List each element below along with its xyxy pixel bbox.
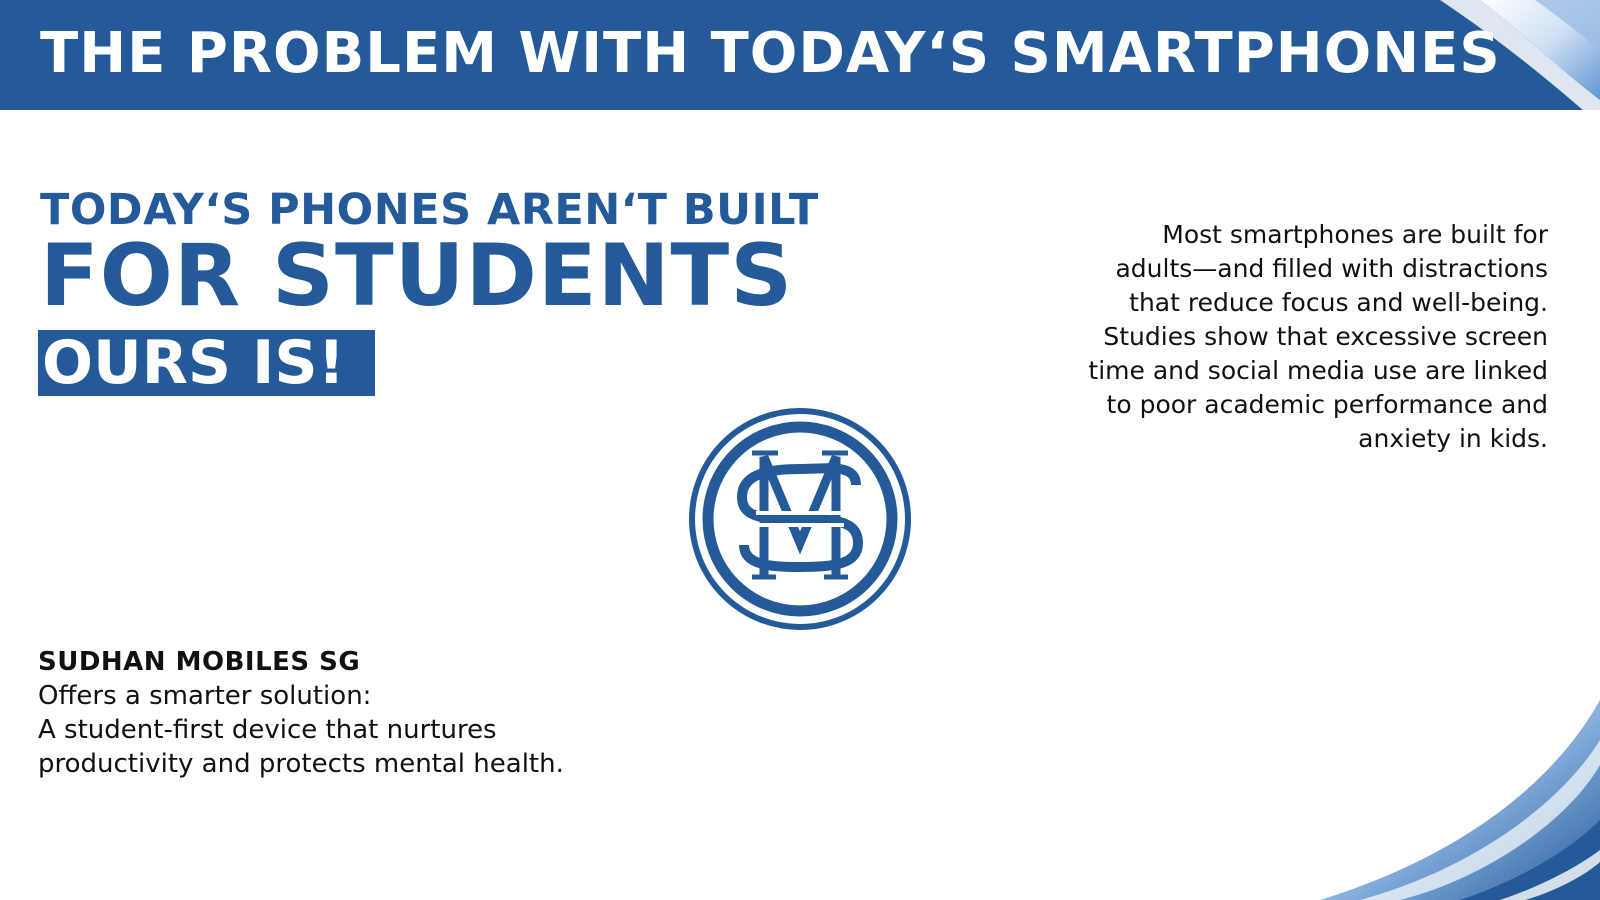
slide: THE PROBLEM WITH TODAY‘S SMARTPHONES TOD… — [0, 0, 1600, 900]
headline-line-2: FOR STUDENTS — [40, 226, 794, 326]
headline-highlight: OURS IS! — [38, 330, 375, 396]
paragraph-line: anxiety in kids. — [1358, 424, 1548, 453]
paragraph-line: time and social media use are linked — [1088, 356, 1548, 385]
solution-line: A student-first device that nurtures — [38, 715, 497, 745]
solution-line: Offers a smarter solution: — [38, 681, 372, 711]
problem-paragraph: Most smartphones are built for adults—an… — [1000, 218, 1548, 456]
solution-line: productivity and protects mental health. — [38, 749, 564, 779]
solution-block: SUDHAN MOBILES SG Offers a smarter solut… — [38, 645, 678, 781]
paragraph-line: adults—and filled with distractions — [1115, 254, 1548, 283]
paragraph-line: Most smartphones are built for — [1162, 220, 1548, 249]
paragraph-line: that reduce focus and well-being. — [1129, 288, 1548, 317]
paragraph-line: Studies show that excessive screen — [1103, 322, 1548, 351]
title-bar: THE PROBLEM WITH TODAY‘S SMARTPHONES — [0, 0, 1600, 110]
company-name: SUDHAN MOBILES SG — [38, 647, 361, 677]
slide-title: THE PROBLEM WITH TODAY‘S SMARTPHONES — [40, 21, 1501, 86]
sm-monogram-logo-icon — [689, 408, 911, 630]
paragraph-line: to poor academic performance and — [1106, 390, 1548, 419]
bottom-right-swoosh — [1320, 700, 1600, 900]
